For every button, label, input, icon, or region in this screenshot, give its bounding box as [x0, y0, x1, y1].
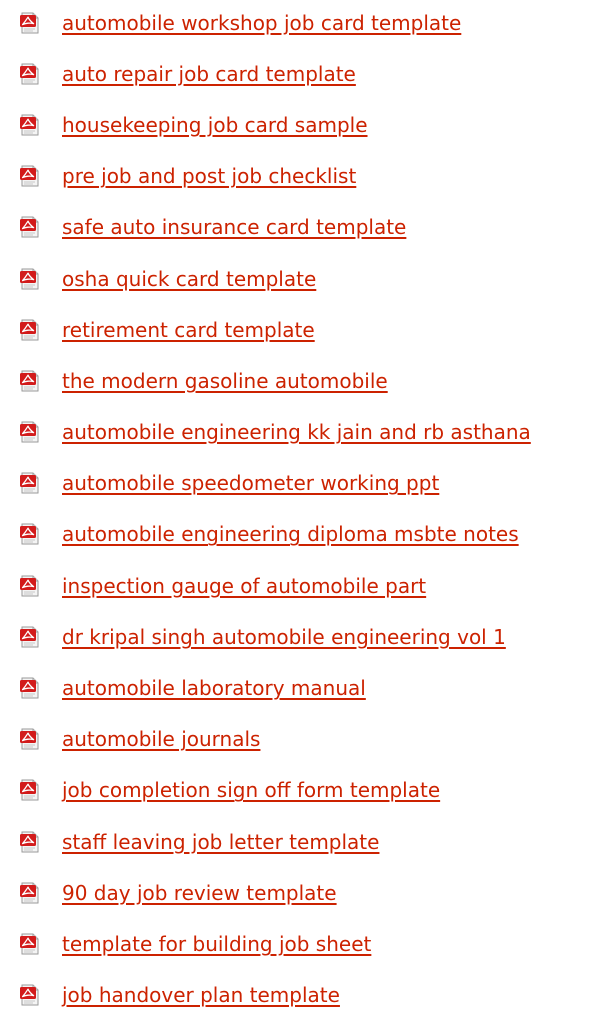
list-item: automobile journals [18, 714, 614, 765]
pdf-file-icon [20, 728, 39, 750]
pdf-file-icon [20, 421, 39, 443]
list-item: template for building job sheet [18, 918, 614, 969]
list-item: automobile engineering kk jain and rb as… [18, 407, 614, 458]
pdf-file-icon [20, 114, 39, 136]
document-link[interactable]: safe auto insurance card template [62, 217, 406, 237]
document-link[interactable]: pre job and post job checklist [62, 166, 356, 186]
pdf-file-icon [20, 216, 39, 238]
document-link[interactable]: automobile engineering diploma msbte not… [62, 524, 519, 544]
list-item: auto repair job card template [18, 48, 614, 99]
list-item: safe auto insurance card template [18, 202, 614, 253]
pdf-file-icon [20, 831, 39, 853]
document-link-list: automobile workshop job card template au… [18, 0, 614, 1021]
list-item: dr kripal singh automobile engineering v… [18, 611, 614, 662]
document-link[interactable]: osha quick card template [62, 269, 316, 289]
pdf-file-icon [20, 523, 39, 545]
list-item: automobile speedometer working ppt [18, 458, 614, 509]
list-item: automobile workshop job card template [18, 0, 614, 48]
list-item: the modern gasoline automobile [18, 355, 614, 406]
pdf-file-icon [20, 626, 39, 648]
document-link[interactable]: auto repair job card template [62, 64, 356, 84]
pdf-file-icon [20, 370, 39, 392]
document-link[interactable]: automobile workshop job card template [62, 13, 461, 33]
document-link[interactable]: inspection gauge of automobile part [62, 576, 426, 596]
pdf-file-icon [20, 882, 39, 904]
document-link[interactable]: housekeeping job card sample [62, 115, 368, 135]
list-item: staff leaving job letter template [18, 816, 614, 867]
pdf-file-icon [20, 165, 39, 187]
pdf-file-icon [20, 63, 39, 85]
document-link[interactable]: retirement card template [62, 320, 315, 340]
pdf-file-icon [20, 933, 39, 955]
pdf-file-icon [20, 677, 39, 699]
document-link[interactable]: automobile speedometer working ppt [62, 473, 439, 493]
document-link[interactable]: job handover plan template [62, 985, 340, 1005]
document-link[interactable]: automobile laboratory manual [62, 678, 366, 698]
list-item: housekeeping job card sample [18, 99, 614, 150]
document-link[interactable]: the modern gasoline automobile [62, 371, 388, 391]
list-item: automobile engineering diploma msbte not… [18, 509, 614, 560]
pdf-file-icon [20, 268, 39, 290]
list-item: job completion sign off form template [18, 765, 614, 816]
list-item: osha quick card template [18, 253, 614, 304]
document-link[interactable]: template for building job sheet [62, 934, 371, 954]
document-link[interactable]: 90 day job review template [62, 883, 337, 903]
document-link[interactable]: staff leaving job letter template [62, 832, 379, 852]
pdf-file-icon [20, 472, 39, 494]
pdf-file-icon [20, 575, 39, 597]
document-link[interactable]: job completion sign off form template [62, 780, 440, 800]
list-item: 90 day job review template [18, 867, 614, 918]
list-item: automobile laboratory manual [18, 662, 614, 713]
list-item: inspection gauge of automobile part [18, 560, 614, 611]
document-link[interactable]: automobile engineering kk jain and rb as… [62, 422, 531, 442]
list-item: pre job and post job checklist [18, 151, 614, 202]
list-item: retirement card template [18, 304, 614, 355]
pdf-file-icon [20, 779, 39, 801]
pdf-file-icon [20, 319, 39, 341]
pdf-file-icon [20, 984, 39, 1006]
document-link[interactable]: automobile journals [62, 729, 260, 749]
document-link[interactable]: dr kripal singh automobile engineering v… [62, 627, 506, 647]
list-item: job handover plan template [18, 970, 614, 1021]
pdf-file-icon [20, 12, 39, 34]
